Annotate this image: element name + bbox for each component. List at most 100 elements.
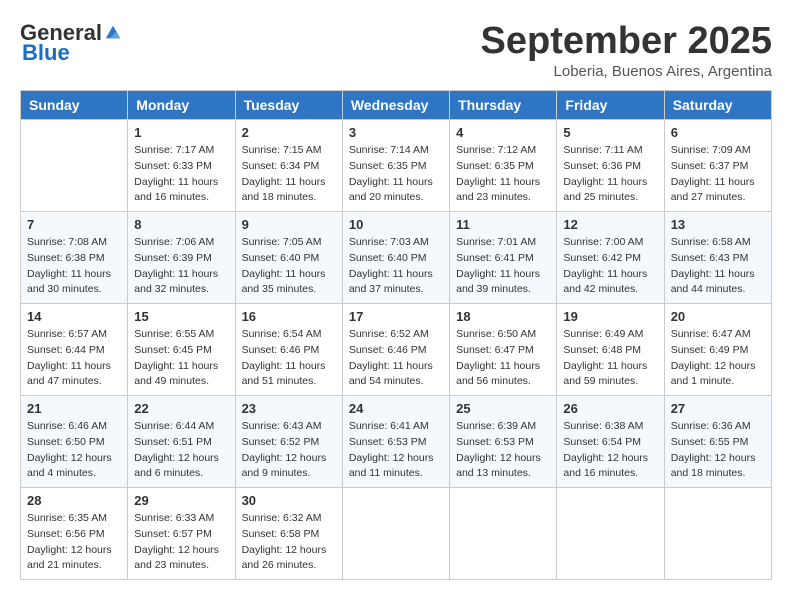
day-number: 14 xyxy=(27,309,121,324)
logo-blue: Blue xyxy=(22,40,70,66)
day-number: 30 xyxy=(242,493,336,508)
day-info: Sunrise: 7:17 AM Sunset: 6:33 PM Dayligh… xyxy=(134,143,228,206)
day-info: Sunrise: 6:57 AM Sunset: 6:44 PM Dayligh… xyxy=(27,327,121,390)
day-info: Sunrise: 6:32 AM Sunset: 6:58 PM Dayligh… xyxy=(242,511,336,574)
calendar-table: SundayMondayTuesdayWednesdayThursdayFrid… xyxy=(20,90,772,580)
day-info: Sunrise: 7:08 AM Sunset: 6:38 PM Dayligh… xyxy=(27,235,121,298)
calendar-cell: 13 Sunrise: 6:58 AM Sunset: 6:43 PM Dayli… xyxy=(664,212,771,304)
day-info: Sunrise: 6:47 AM Sunset: 6:49 PM Dayligh… xyxy=(671,327,765,390)
day-number: 19 xyxy=(563,309,657,324)
calendar-cell: 23 Sunrise: 6:43 AM Sunset: 6:52 PM Dayli… xyxy=(235,396,342,488)
day-info: Sunrise: 7:12 AM Sunset: 6:35 PM Dayligh… xyxy=(456,143,550,206)
day-info: Sunrise: 7:05 AM Sunset: 6:40 PM Dayligh… xyxy=(242,235,336,298)
day-info: Sunrise: 7:11 AM Sunset: 6:36 PM Dayligh… xyxy=(563,143,657,206)
day-info: Sunrise: 6:41 AM Sunset: 6:53 PM Dayligh… xyxy=(349,419,443,482)
day-number: 3 xyxy=(349,125,443,140)
day-info: Sunrise: 6:35 AM Sunset: 6:56 PM Dayligh… xyxy=(27,511,121,574)
day-number: 22 xyxy=(134,401,228,416)
day-info: Sunrise: 6:46 AM Sunset: 6:50 PM Dayligh… xyxy=(27,419,121,482)
calendar-cell: 22 Sunrise: 6:44 AM Sunset: 6:51 PM Dayli… xyxy=(128,396,235,488)
day-number: 25 xyxy=(456,401,550,416)
header-monday: Monday xyxy=(128,91,235,120)
day-number: 21 xyxy=(27,401,121,416)
day-number: 17 xyxy=(349,309,443,324)
day-info: Sunrise: 7:15 AM Sunset: 6:34 PM Dayligh… xyxy=(242,143,336,206)
logo: General Blue xyxy=(20,20,122,66)
day-number: 23 xyxy=(242,401,336,416)
day-number: 26 xyxy=(563,401,657,416)
calendar-cell: 12Sunrise: 7:00 AM Sunset: 6:42 PM Dayli… xyxy=(557,212,664,304)
day-info: Sunrise: 6:43 AM Sunset: 6:52 PM Dayligh… xyxy=(242,419,336,482)
day-info: Sunrise: 6:44 AM Sunset: 6:51 PM Dayligh… xyxy=(134,419,228,482)
calendar-cell xyxy=(342,488,449,580)
calendar-cell xyxy=(21,120,128,212)
header-friday: Friday xyxy=(557,91,664,120)
calendar-cell: 26 Sunrise: 6:38 AM Sunset: 6:54 PM Dayli… xyxy=(557,396,664,488)
day-number: 16 xyxy=(242,309,336,324)
calendar-cell: 7 Sunrise: 7:08 AM Sunset: 6:38 PM Daylig… xyxy=(21,212,128,304)
day-number: 28 xyxy=(27,493,121,508)
calendar-cell: 17 Sunrise: 6:52 AM Sunset: 6:46 PM Dayli… xyxy=(342,304,449,396)
day-number: 9 xyxy=(242,217,336,232)
header-saturday: Saturday xyxy=(664,91,771,120)
header-thursday: Thursday xyxy=(450,91,557,120)
day-info: Sunrise: 7:09 AM Sunset: 6:37 PM Dayligh… xyxy=(671,143,765,206)
calendar-cell xyxy=(450,488,557,580)
logo-icon xyxy=(104,24,122,42)
day-info: Sunrise: 6:52 AM Sunset: 6:46 PM Dayligh… xyxy=(349,327,443,390)
day-number: 4 xyxy=(456,125,550,140)
calendar-cell: 14 Sunrise: 6:57 AM Sunset: 6:44 PM Dayli… xyxy=(21,304,128,396)
day-info: Sunrise: 7:14 AM Sunset: 6:35 PM Dayligh… xyxy=(349,143,443,206)
day-number: 10 xyxy=(349,217,443,232)
calendar-week-row: 1Sunrise: 7:17 AM Sunset: 6:33 PM Daylig… xyxy=(21,120,772,212)
calendar-cell: 24 Sunrise: 6:41 AM Sunset: 6:53 PM Dayli… xyxy=(342,396,449,488)
calendar-cell: 30 Sunrise: 6:32 AM Sunset: 6:58 PM Dayli… xyxy=(235,488,342,580)
day-number: 27 xyxy=(671,401,765,416)
day-info: Sunrise: 6:39 AM Sunset: 6:53 PM Dayligh… xyxy=(456,419,550,482)
calendar-cell: 29 Sunrise: 6:33 AM Sunset: 6:57 PM Dayli… xyxy=(128,488,235,580)
day-info: Sunrise: 6:38 AM Sunset: 6:54 PM Dayligh… xyxy=(563,419,657,482)
calendar-cell: 5 Sunrise: 7:11 AM Sunset: 6:36 PM Daylig… xyxy=(557,120,664,212)
calendar-week-row: 7 Sunrise: 7:08 AM Sunset: 6:38 PM Daylig… xyxy=(21,212,772,304)
calendar-cell: 20Sunrise: 6:47 AM Sunset: 6:49 PM Dayli… xyxy=(664,304,771,396)
day-number: 5 xyxy=(563,125,657,140)
calendar-cell: 16 Sunrise: 6:54 AM Sunset: 6:46 PM Dayli… xyxy=(235,304,342,396)
calendar-week-row: 14 Sunrise: 6:57 AM Sunset: 6:44 PM Dayli… xyxy=(21,304,772,396)
day-number: 18 xyxy=(456,309,550,324)
day-number: 29 xyxy=(134,493,228,508)
day-number: 2 xyxy=(242,125,336,140)
day-number: 7 xyxy=(27,217,121,232)
calendar-cell: 18 Sunrise: 6:50 AM Sunset: 6:47 PM Dayli… xyxy=(450,304,557,396)
day-info: Sunrise: 7:01 AM Sunset: 6:41 PM Dayligh… xyxy=(456,235,550,298)
calendar-cell: 10 Sunrise: 7:03 AM Sunset: 6:40 PM Dayli… xyxy=(342,212,449,304)
calendar-cell: 6 Sunrise: 7:09 AM Sunset: 6:37 PM Daylig… xyxy=(664,120,771,212)
calendar-cell: 27 Sunrise: 6:36 AM Sunset: 6:55 PM Dayli… xyxy=(664,396,771,488)
calendar-cell: 28 Sunrise: 6:35 AM Sunset: 6:56 PM Dayli… xyxy=(21,488,128,580)
day-number: 24 xyxy=(349,401,443,416)
calendar-cell: 3 Sunrise: 7:14 AM Sunset: 6:35 PM Daylig… xyxy=(342,120,449,212)
header-tuesday: Tuesday xyxy=(235,91,342,120)
header-wednesday: Wednesday xyxy=(342,91,449,120)
calendar-cell: 25 Sunrise: 6:39 AM Sunset: 6:53 PM Dayli… xyxy=(450,396,557,488)
day-info: Sunrise: 6:33 AM Sunset: 6:57 PM Dayligh… xyxy=(134,511,228,574)
calendar-cell: 2 Sunrise: 7:15 AM Sunset: 6:34 PM Daylig… xyxy=(235,120,342,212)
day-info: Sunrise: 6:58 AM Sunset: 6:43 PM Dayligh… xyxy=(671,235,765,298)
day-info: Sunrise: 6:55 AM Sunset: 6:45 PM Dayligh… xyxy=(134,327,228,390)
calendar-cell: 21 Sunrise: 6:46 AM Sunset: 6:50 PM Dayli… xyxy=(21,396,128,488)
calendar-cell xyxy=(664,488,771,580)
calendar-cell: 9 Sunrise: 7:05 AM Sunset: 6:40 PM Daylig… xyxy=(235,212,342,304)
day-number: 13 xyxy=(671,217,765,232)
day-info: Sunrise: 7:03 AM Sunset: 6:40 PM Dayligh… xyxy=(349,235,443,298)
calendar-header-row: SundayMondayTuesdayWednesdayThursdayFrid… xyxy=(21,91,772,120)
day-info: Sunrise: 6:54 AM Sunset: 6:46 PM Dayligh… xyxy=(242,327,336,390)
day-info: Sunrise: 7:06 AM Sunset: 6:39 PM Dayligh… xyxy=(134,235,228,298)
day-info: Sunrise: 6:36 AM Sunset: 6:55 PM Dayligh… xyxy=(671,419,765,482)
calendar-cell: 1Sunrise: 7:17 AM Sunset: 6:33 PM Daylig… xyxy=(128,120,235,212)
header-sunday: Sunday xyxy=(21,91,128,120)
day-number: 6 xyxy=(671,125,765,140)
month-title: September 2025 xyxy=(481,20,773,63)
calendar-cell: 11Sunrise: 7:01 AM Sunset: 6:41 PM Dayli… xyxy=(450,212,557,304)
day-number: 12 xyxy=(563,217,657,232)
calendar-cell: 8Sunrise: 7:06 AM Sunset: 6:39 PM Daylig… xyxy=(128,212,235,304)
day-info: Sunrise: 6:50 AM Sunset: 6:47 PM Dayligh… xyxy=(456,327,550,390)
